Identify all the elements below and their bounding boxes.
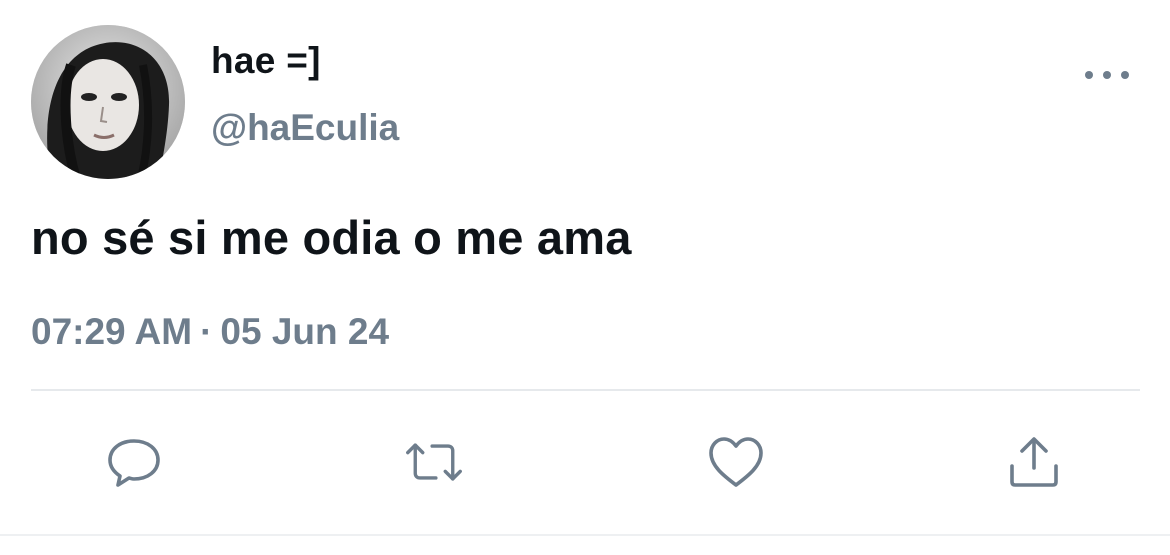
divider: [31, 389, 1140, 391]
retweet-arrows-icon: [406, 443, 462, 481]
like-button[interactable]: [706, 432, 766, 492]
share-button[interactable]: [1004, 432, 1064, 492]
meta-separator: ·: [200, 311, 213, 352]
speech-bubble-icon: [108, 439, 160, 487]
reply-button[interactable]: [104, 432, 164, 492]
avatar-photo: [31, 25, 185, 179]
tweet-timestamp[interactable]: 07:29 AM · 05 Jun 24: [31, 311, 389, 353]
retweet-button[interactable]: [404, 432, 464, 492]
upload-arrow-icon: [1010, 437, 1058, 487]
bottom-divider: [0, 534, 1170, 536]
display-name[interactable]: hae =]: [211, 40, 321, 82]
more-dot-icon: [1103, 71, 1111, 79]
avatar[interactable]: [31, 25, 185, 179]
more-dot-icon: [1085, 71, 1093, 79]
tweet-time: 07:29 AM: [31, 311, 193, 352]
tweet-date: 05 Jun 24: [220, 311, 390, 352]
heart-icon: [709, 437, 763, 487]
user-handle[interactable]: @haEculia: [211, 107, 399, 149]
more-dot-icon: [1121, 71, 1129, 79]
more-options-button[interactable]: [1085, 60, 1129, 90]
tweet-text: no sé si me odia o me ama: [31, 211, 632, 264]
